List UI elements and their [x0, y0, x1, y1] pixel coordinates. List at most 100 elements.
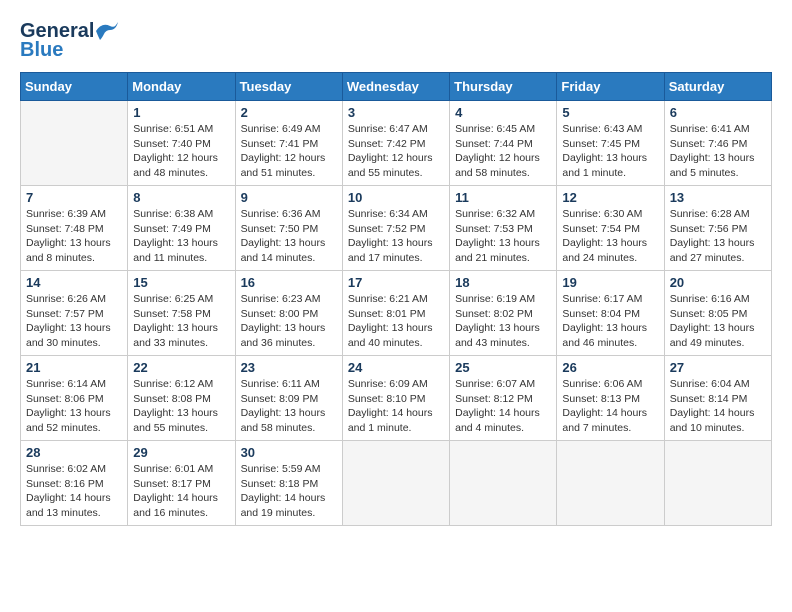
weekday-header: Friday	[557, 73, 664, 101]
calendar-cell	[342, 441, 449, 526]
calendar-cell	[664, 441, 771, 526]
calendar-cell: 6Sunrise: 6:41 AMSunset: 7:46 PMDaylight…	[664, 101, 771, 186]
calendar-cell: 1Sunrise: 6:51 AMSunset: 7:40 PMDaylight…	[128, 101, 235, 186]
logo: General Blue	[20, 20, 118, 62]
calendar-week-row: 7 Sunrise: 6:39 AMSunset: 7:48 PMDaylight…	[21, 186, 772, 271]
day-info: Sunrise: 6:01 AMSunset: 8:17 PMDaylight:…	[133, 462, 229, 521]
calendar-cell: 17Sunrise: 6:21 AMSunset: 8:01 PMDayligh…	[342, 271, 449, 356]
calendar-cell: 28 Sunrise: 6:02 AMSunset: 8:16 PMDayligh…	[21, 441, 128, 526]
day-info: Sunrise: 6:39 AMSunset: 7:48 PMDaylight:…	[26, 207, 122, 266]
weekday-header: Tuesday	[235, 73, 342, 101]
day-info: Sunrise: 6:19 AMSunset: 8:02 PMDaylight:…	[455, 292, 551, 351]
day-number: 10	[348, 190, 444, 205]
calendar-cell: 13Sunrise: 6:28 AMSunset: 7:56 PMDayligh…	[664, 186, 771, 271]
day-number: 1	[133, 105, 229, 120]
calendar-cell: 22 Sunrise: 6:12 AMSunset: 8:08 PMDayligh…	[128, 356, 235, 441]
calendar-table: SundayMondayTuesdayWednesdayThursdayFrid…	[20, 72, 772, 526]
day-number: 7	[26, 190, 122, 205]
calendar-cell: 27Sunrise: 6:04 AMSunset: 8:14 PMDayligh…	[664, 356, 771, 441]
calendar-cell: 14Sunrise: 6:26 AMSunset: 7:57 PMDayligh…	[21, 271, 128, 356]
day-info: Sunrise: 6:17 AMSunset: 8:04 PMDaylight:…	[562, 292, 658, 351]
day-number: 28	[26, 445, 122, 460]
day-info: Sunrise: 6:43 AMSunset: 7:45 PMDaylight:…	[562, 122, 658, 181]
day-number: 8	[133, 190, 229, 205]
calendar-week-row: 1Sunrise: 6:51 AMSunset: 7:40 PMDaylight…	[21, 101, 772, 186]
day-info: Sunrise: 6:23 AMSunset: 8:00 PMDaylight:…	[241, 292, 337, 351]
day-number: 24	[348, 360, 444, 375]
day-info: Sunrise: 6:26 AMSunset: 7:57 PMDaylight:…	[26, 292, 122, 351]
day-info: Sunrise: 6:12 AMSunset: 8:08 PMDaylight:…	[133, 377, 229, 436]
calendar-cell: 30 Sunrise: 5:59 AMSunset: 8:18 PMDayligh…	[235, 441, 342, 526]
calendar-cell: 26 Sunrise: 6:06 AMSunset: 8:13 PMDayligh…	[557, 356, 664, 441]
day-info: Sunrise: 6:34 AMSunset: 7:52 PMDaylight:…	[348, 207, 444, 266]
calendar-header-row: SundayMondayTuesdayWednesdayThursdayFrid…	[21, 73, 772, 101]
calendar-cell: 21 Sunrise: 6:14 AMSunset: 8:06 PMDayligh…	[21, 356, 128, 441]
logo-bird-icon	[96, 22, 118, 40]
day-number: 12	[562, 190, 658, 205]
calendar-cell: 9 Sunrise: 6:36 AMSunset: 7:50 PMDaylight…	[235, 186, 342, 271]
day-info: Sunrise: 6:07 AMSunset: 8:12 PMDaylight:…	[455, 377, 551, 436]
calendar-cell: 11 Sunrise: 6:32 AMSunset: 7:53 PMDayligh…	[450, 186, 557, 271]
calendar-week-row: 21 Sunrise: 6:14 AMSunset: 8:06 PMDayligh…	[21, 356, 772, 441]
day-number: 3	[348, 105, 444, 120]
day-number: 4	[455, 105, 551, 120]
day-number: 13	[670, 190, 766, 205]
day-number: 9	[241, 190, 337, 205]
day-info: Sunrise: 6:25 AMSunset: 7:58 PMDaylight:…	[133, 292, 229, 351]
day-number: 2	[241, 105, 337, 120]
calendar-cell: 19 Sunrise: 6:17 AMSunset: 8:04 PMDayligh…	[557, 271, 664, 356]
calendar-cell	[557, 441, 664, 526]
day-info: Sunrise: 6:06 AMSunset: 8:13 PMDaylight:…	[562, 377, 658, 436]
page-header: General Blue	[20, 20, 772, 62]
day-number: 19	[562, 275, 658, 290]
weekday-header: Wednesday	[342, 73, 449, 101]
day-number: 21	[26, 360, 122, 375]
day-number: 29	[133, 445, 229, 460]
day-number: 16	[241, 275, 337, 290]
calendar-cell: 25 Sunrise: 6:07 AMSunset: 8:12 PMDayligh…	[450, 356, 557, 441]
calendar-cell: 16 Sunrise: 6:23 AMSunset: 8:00 PMDayligh…	[235, 271, 342, 356]
calendar-cell: 8 Sunrise: 6:38 AMSunset: 7:49 PMDaylight…	[128, 186, 235, 271]
calendar-cell	[450, 441, 557, 526]
calendar-cell: 24 Sunrise: 6:09 AMSunset: 8:10 PMDayligh…	[342, 356, 449, 441]
calendar-cell: 10 Sunrise: 6:34 AMSunset: 7:52 PMDayligh…	[342, 186, 449, 271]
calendar-cell: 4Sunrise: 6:45 AMSunset: 7:44 PMDaylight…	[450, 101, 557, 186]
calendar-cell: 15 Sunrise: 6:25 AMSunset: 7:58 PMDayligh…	[128, 271, 235, 356]
day-info: Sunrise: 6:02 AMSunset: 8:16 PMDaylight:…	[26, 462, 122, 521]
day-number: 18	[455, 275, 551, 290]
weekday-header: Thursday	[450, 73, 557, 101]
day-number: 11	[455, 190, 551, 205]
day-info: Sunrise: 6:32 AMSunset: 7:53 PMDaylight:…	[455, 207, 551, 266]
day-info: Sunrise: 6:16 AMSunset: 8:05 PMDaylight:…	[670, 292, 766, 351]
day-info: Sunrise: 6:36 AMSunset: 7:50 PMDaylight:…	[241, 207, 337, 266]
day-info: Sunrise: 6:30 AMSunset: 7:54 PMDaylight:…	[562, 207, 658, 266]
day-number: 22	[133, 360, 229, 375]
day-number: 17	[348, 275, 444, 290]
day-info: Sunrise: 6:09 AMSunset: 8:10 PMDaylight:…	[348, 377, 444, 436]
calendar-cell: 2 Sunrise: 6:49 AMSunset: 7:41 PMDaylight…	[235, 101, 342, 186]
day-number: 25	[455, 360, 551, 375]
day-number: 20	[670, 275, 766, 290]
day-number: 26	[562, 360, 658, 375]
day-number: 6	[670, 105, 766, 120]
logo-blue-text: Blue	[20, 39, 63, 62]
day-info: Sunrise: 6:47 AMSunset: 7:42 PMDaylight:…	[348, 122, 444, 181]
day-info: Sunrise: 6:14 AMSunset: 8:06 PMDaylight:…	[26, 377, 122, 436]
calendar-cell: 3 Sunrise: 6:47 AMSunset: 7:42 PMDaylight…	[342, 101, 449, 186]
day-number: 15	[133, 275, 229, 290]
day-info: Sunrise: 6:38 AMSunset: 7:49 PMDaylight:…	[133, 207, 229, 266]
calendar-cell: 20 Sunrise: 6:16 AMSunset: 8:05 PMDayligh…	[664, 271, 771, 356]
day-number: 23	[241, 360, 337, 375]
day-number: 5	[562, 105, 658, 120]
weekday-header: Monday	[128, 73, 235, 101]
logo-container: General Blue	[20, 20, 118, 62]
day-info: Sunrise: 6:49 AMSunset: 7:41 PMDaylight:…	[241, 122, 337, 181]
calendar-cell: 23 Sunrise: 6:11 AMSunset: 8:09 PMDayligh…	[235, 356, 342, 441]
day-number: 27	[670, 360, 766, 375]
day-info: Sunrise: 5:59 AMSunset: 8:18 PMDaylight:…	[241, 462, 337, 521]
calendar-cell: 29 Sunrise: 6:01 AMSunset: 8:17 PMDayligh…	[128, 441, 235, 526]
day-info: Sunrise: 6:11 AMSunset: 8:09 PMDaylight:…	[241, 377, 337, 436]
calendar-cell: 18 Sunrise: 6:19 AMSunset: 8:02 PMDayligh…	[450, 271, 557, 356]
weekday-header: Sunday	[21, 73, 128, 101]
day-number: 30	[241, 445, 337, 460]
